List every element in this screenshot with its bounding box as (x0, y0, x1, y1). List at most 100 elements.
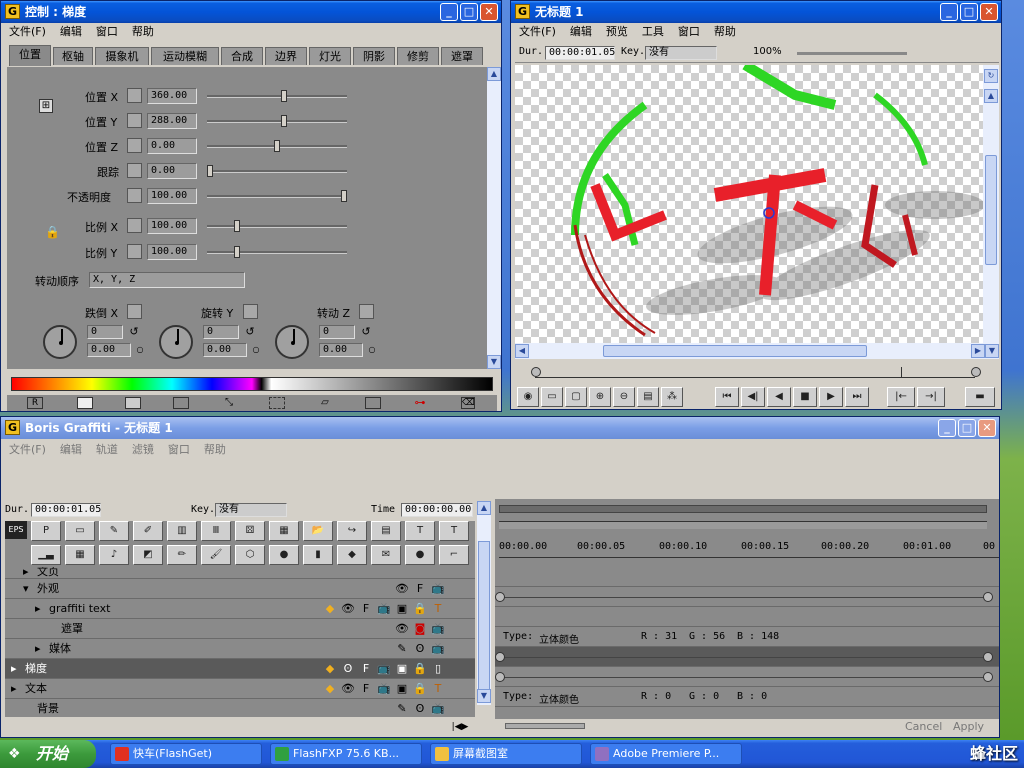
position-z-slider[interactable] (207, 140, 347, 152)
layer-eye-icon[interactable]: 👁 (341, 602, 355, 616)
close-button[interactable]: ✕ (480, 3, 498, 21)
scale-x-slider[interactable] (207, 220, 347, 232)
task-premiere[interactable]: Adobe Premiere P... (590, 743, 742, 765)
menu-edit[interactable]: 编辑 (60, 23, 82, 41)
tab-mask[interactable]: 遮罩 (441, 47, 483, 65)
go-end-button[interactable]: ⏭ (845, 387, 869, 407)
layer-row[interactable]: ▸ graffiti text ◆ 👁 F 📺 ▣ 🔒 T (5, 599, 475, 619)
layer-diamond-icon[interactable]: ◆ (323, 682, 337, 696)
mail-icon[interactable]: ✉ (371, 545, 401, 565)
brush-icon[interactable]: Ⅲ (201, 521, 231, 541)
layer-F-icon[interactable]: F (359, 602, 373, 616)
lock-icon[interactable]: 🔒 (45, 225, 60, 239)
menu-help[interactable]: 帮助 (132, 23, 154, 41)
timeline-zoom-slider[interactable] (505, 723, 585, 729)
layer-lock-icon[interactable]: 🔒 (413, 662, 427, 676)
position-x-slider-thumb[interactable] (281, 90, 287, 102)
layer-tv-icon[interactable]: 📺 (431, 702, 445, 716)
key-field[interactable]: 没有 (645, 46, 717, 60)
tab-border[interactable]: 边界 (265, 47, 307, 65)
zoom-in-icon[interactable]: ⊕ (589, 387, 611, 407)
menu-help[interactable]: 帮助 (714, 23, 736, 41)
layer-tv-icon[interactable]: 📺 (431, 582, 445, 596)
layer-expand-icon[interactable]: ▸ (11, 679, 17, 699)
split-icon[interactable] (173, 397, 189, 409)
layer-eye-icon[interactable]: 👁 (395, 582, 409, 596)
menu-preview[interactable]: 预览 (606, 23, 628, 41)
crop-icon[interactable]: ⤡ (221, 397, 237, 409)
layer-row[interactable]: ▸ 媒体 ✎ ʘ 📺 (5, 639, 475, 659)
layer-card-icon[interactable]: ▣ (395, 682, 409, 696)
parent-icon[interactable]: P (31, 521, 61, 541)
tab-position[interactable]: 位置 (9, 45, 51, 66)
menu-edit[interactable]: 编辑 (60, 441, 82, 459)
scroll-up-button[interactable]: ▲ (477, 501, 491, 515)
zoom-out-icon[interactable]: ⊖ (613, 387, 635, 407)
maximize-button[interactable]: □ (460, 3, 478, 21)
timeline-track[interactable]: Type: 立体颜色 R : 0 G : 0 B : 0 (495, 687, 999, 707)
pencil-icon[interactable]: ✏ (167, 545, 197, 565)
rot-z-dial[interactable] (275, 325, 309, 359)
menu-tools[interactable]: 工具 (642, 23, 664, 41)
tab-camera[interactable]: 摄象机 (95, 47, 149, 65)
timeline-track[interactable]: Type: 立体颜色 R : 31 G : 56 B : 148 (495, 627, 999, 647)
range-bar[interactable] (499, 521, 987, 529)
edit-icon[interactable]: ✐ (133, 521, 163, 541)
tab-composite[interactable]: 合成 (221, 47, 263, 65)
diamond-icon[interactable]: ◆ (337, 545, 367, 565)
layer-tv-icon[interactable]: 📺 (377, 662, 391, 676)
position-x-field[interactable]: 360.00 (147, 88, 197, 104)
task-flashfxp[interactable]: FlashFXP 75.6 KB... (270, 743, 422, 765)
position-x-slider[interactable] (207, 90, 347, 102)
layer-diamond-icon[interactable]: ◆ (323, 602, 337, 616)
layer-row[interactable]: ▸ 梯度 ◆ ʘ F 📺 ▣ 🔒 ▯ (5, 659, 475, 679)
out-point-handle[interactable] (971, 367, 981, 377)
scroll-down-button[interactable]: ▼ (985, 344, 999, 358)
layer-expand-icon[interactable]: ▸ (11, 659, 17, 679)
keyframe-end[interactable] (983, 672, 993, 682)
position-x-keyframe-checkbox[interactable] (127, 88, 142, 103)
keyframe-start[interactable] (495, 672, 505, 682)
position-z-field[interactable]: 0.00 (147, 138, 197, 154)
timeline-track[interactable] (495, 607, 999, 627)
keyframe-start[interactable] (495, 652, 505, 662)
tab-pivot[interactable]: 枢轴 (53, 47, 93, 65)
refresh-icon[interactable]: ↻ (984, 69, 998, 83)
keyframe-end[interactable] (983, 592, 993, 602)
layer-card-icon[interactable]: ▣ (395, 662, 409, 676)
layer-tv-icon[interactable]: 📺 (431, 622, 445, 636)
stop-button[interactable]: ■ (793, 387, 817, 407)
scale-x-field[interactable]: 100.00 (147, 218, 197, 234)
rot-y-degrees-field[interactable]: 0.00 (203, 343, 247, 357)
layer-swirl-icon[interactable]: ʘ (413, 642, 427, 656)
rot-x-degrees-field[interactable]: 0.00 (87, 343, 131, 357)
scroll-thumb[interactable] (478, 541, 490, 691)
layer-scrollbar[interactable]: ▲ ▼ (477, 501, 491, 705)
export-icon[interactable]: ↪ (337, 521, 367, 541)
task-screenshot-room[interactable]: 屏幕截图室 (430, 743, 582, 765)
safe-area-icon[interactable]: ▢ (565, 387, 587, 407)
tracking-slider-thumb[interactable] (207, 165, 213, 177)
rot-y-turns-field[interactable]: 0 (203, 325, 239, 339)
preview-hscrollbar[interactable]: ◀ ▶ ▼ (515, 343, 999, 359)
bounds-icon[interactable] (365, 397, 381, 409)
key-field[interactable]: 没有 (215, 503, 287, 517)
layer-expand-icon[interactable]: ▸ (23, 567, 29, 577)
layer-row[interactable]: ▾ 外观 👁 F 📺 (5, 579, 475, 599)
frame-icon[interactable] (77, 397, 93, 409)
opacity-slider-thumb[interactable] (341, 190, 347, 202)
layer-expand-icon[interactable]: ▾ (23, 579, 29, 599)
color-icon[interactable]: ▤ (637, 387, 659, 407)
timeline-track[interactable] (495, 567, 999, 587)
text-icon[interactable]: T (405, 521, 435, 541)
graffiti-titlebar[interactable]: G Boris Graffiti - 无标题 1 _ □ ✕ (1, 417, 999, 439)
layer-row[interactable]: ▸ 文本 ◆ 👁 F 📺 ▣ 🔒 T (5, 679, 475, 699)
select-icon[interactable] (269, 397, 285, 409)
layer-tv-icon[interactable]: 📺 (377, 602, 391, 616)
cancel-button[interactable]: Cancel (905, 720, 942, 733)
start-button[interactable]: ❖ 开始 (0, 740, 96, 768)
rotate-reset-icon[interactable]: ↺ (359, 325, 373, 339)
layer-lock-icon[interactable]: 🔒 (413, 682, 427, 696)
menu-filter[interactable]: 滤镜 (132, 441, 154, 459)
preview-vscrollbar[interactable]: ↻ ▲ (983, 65, 999, 343)
